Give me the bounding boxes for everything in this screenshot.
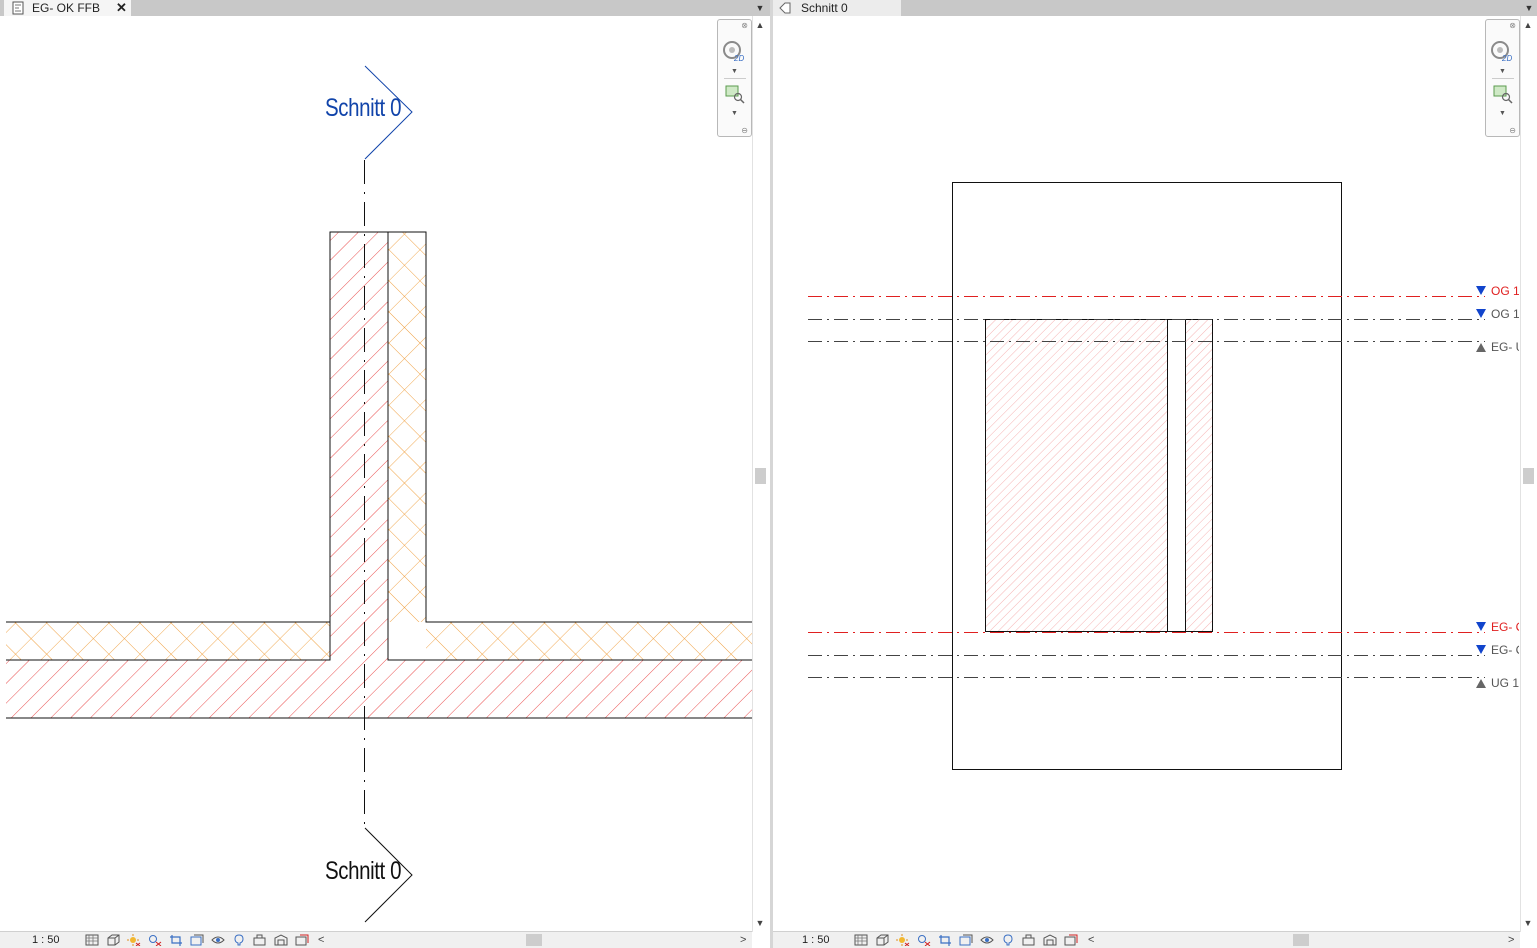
- scroll-up-icon[interactable]: ▲: [1521, 20, 1535, 30]
- nav-dropdown-icon[interactable]: ▼: [718, 68, 751, 75]
- nav-dropdown-icon[interactable]: ▼: [1486, 68, 1519, 75]
- level-label-eg-c-b[interactable]: EG- C: [1491, 643, 1519, 657]
- nav-close-icon[interactable]: ⊗: [1509, 21, 1516, 30]
- reveal-hidden-icon[interactable]: [232, 934, 246, 946]
- steering-wheel-2d-icon[interactable]: 2D: [1489, 38, 1515, 62]
- view-control-bar: 1 : 50 < >: [0, 931, 752, 948]
- nav-separator: [724, 78, 746, 79]
- vertical-scrollbar[interactable]: ▲ ▼: [1520, 16, 1535, 932]
- level-label-ug1[interactable]: UG 1-: [1491, 676, 1519, 690]
- section-view-icon: [779, 2, 791, 14]
- plan-drawing-canvas[interactable]: [0, 16, 752, 932]
- tab-schnitt-0[interactable]: Schnitt 0: [773, 0, 901, 16]
- highlight-displacement-icon[interactable]: [295, 934, 309, 946]
- nav-zoom-dropdown-icon[interactable]: ▼: [1486, 110, 1519, 117]
- svg-text:2D: 2D: [1501, 54, 1512, 62]
- section-view[interactable]: Schnitt 0 ▼ OG 1 OG 1 EG- EG- EG- UG 1 ⊗…: [773, 0, 1537, 948]
- section-drawing-canvas[interactable]: [773, 16, 1523, 932]
- zoom-region-icon[interactable]: [1492, 84, 1514, 104]
- temporary-hide-icon[interactable]: [211, 934, 225, 946]
- svg-text:2D: 2D: [733, 54, 744, 62]
- temporary-hide-icon[interactable]: [980, 934, 994, 946]
- floor-plan-view[interactable]: EG- OK FFB ✕ ▼ Schnitt 0 Schnitt 0 ⊗ 2D …: [0, 0, 770, 948]
- view-tab-bar: EG- OK FFB ✕ ▼: [0, 0, 770, 16]
- tab-label: Schnitt 0: [801, 1, 848, 15]
- tab-dropdown-icon[interactable]: ▼: [753, 0, 767, 16]
- section-marker-top-label[interactable]: Schnitt 0: [325, 94, 401, 123]
- plan-view-icon: [12, 1, 24, 15]
- nav-minimize-icon[interactable]: ⊖: [741, 126, 748, 135]
- view-control-bar: 1 : 50 < >: [773, 931, 1520, 948]
- insulation-left: [6, 622, 330, 660]
- vertical-scrollbar[interactable]: ▲ ▼: [752, 16, 767, 932]
- wall-section-layer-2: [1185, 320, 1212, 632]
- crop-view-icon[interactable]: [938, 934, 952, 946]
- tab-dropdown-icon[interactable]: ▼: [1522, 0, 1536, 16]
- visual-style-icon[interactable]: [875, 934, 889, 946]
- tab-eg-ok-ffb[interactable]: EG- OK FFB ✕: [4, 0, 131, 16]
- reveal-hidden-icon[interactable]: [1001, 934, 1015, 946]
- scroll-down-icon[interactable]: ▼: [753, 918, 767, 928]
- hscroll-left-icon[interactable]: <: [318, 932, 324, 948]
- wall-section-hatch: [985, 320, 1167, 632]
- hscroll-right-icon[interactable]: >: [1508, 932, 1514, 948]
- scale-label[interactable]: 1 : 50: [32, 932, 60, 948]
- lock-3d-icon[interactable]: [253, 934, 267, 946]
- hscroll-thumb[interactable]: [526, 934, 542, 946]
- view-tab-bar: Schnitt 0 ▼: [773, 0, 1537, 16]
- sun-path-icon[interactable]: [896, 934, 910, 946]
- navigation-bar[interactable]: ⊗ 2D ▼ ▼ ⊖: [1485, 19, 1520, 137]
- shadows-icon[interactable]: [917, 934, 931, 946]
- level-marker-icon[interactable]: [1476, 286, 1486, 688]
- hscroll-right-icon[interactable]: >: [740, 932, 746, 948]
- tab-label: EG- OK FFB: [32, 1, 101, 15]
- steering-wheel-2d-icon[interactable]: 2D: [721, 38, 747, 62]
- scale-label[interactable]: 1 : 50: [802, 932, 830, 948]
- scroll-thumb[interactable]: [1523, 468, 1534, 484]
- navigation-bar[interactable]: ⊗ 2D ▼ ▼ ⊖: [717, 19, 752, 137]
- scroll-thumb[interactable]: [755, 468, 766, 484]
- analytical-model-icon[interactable]: [274, 934, 288, 946]
- detail-level-icon[interactable]: [854, 934, 868, 946]
- wall-cut-red-hatch: [6, 660, 752, 718]
- zoom-region-icon[interactable]: [724, 84, 746, 104]
- section-marker-bottom-label[interactable]: Schnitt 0: [325, 857, 401, 886]
- nav-zoom-dropdown-icon[interactable]: ▼: [718, 110, 751, 117]
- show-crop-icon[interactable]: [959, 934, 973, 946]
- level-label-eg-c-a[interactable]: EG- C: [1491, 620, 1519, 634]
- analytical-model-icon[interactable]: [1043, 934, 1057, 946]
- show-crop-icon[interactable]: [190, 934, 204, 946]
- nav-close-icon[interactable]: ⊗: [741, 21, 748, 30]
- lock-3d-icon[interactable]: [1022, 934, 1036, 946]
- nav-minimize-icon[interactable]: ⊖: [1509, 126, 1516, 135]
- nav-separator: [1492, 78, 1514, 79]
- level-label-og1-b[interactable]: OG 1-: [1491, 307, 1519, 321]
- shadows-icon[interactable]: [148, 934, 162, 946]
- crop-view-icon[interactable]: [169, 934, 183, 946]
- detail-level-icon[interactable]: [85, 934, 99, 946]
- insulation-right: [426, 622, 752, 660]
- sun-path-icon[interactable]: [127, 934, 141, 946]
- scroll-up-icon[interactable]: ▲: [753, 20, 767, 30]
- hscroll-left-icon[interactable]: <: [1088, 932, 1094, 948]
- hscroll-thumb[interactable]: [1293, 934, 1309, 946]
- close-icon[interactable]: ✕: [116, 0, 127, 16]
- wall-cut-orange-crosshatch: [388, 232, 426, 622]
- scroll-down-icon[interactable]: ▼: [1521, 918, 1535, 928]
- visual-style-icon[interactable]: [106, 934, 120, 946]
- level-label-eg-u[interactable]: EG- U: [1491, 340, 1519, 354]
- vertical-wall-structure: [330, 232, 388, 660]
- highlight-displacement-icon[interactable]: [1064, 934, 1078, 946]
- level-label-og1-a[interactable]: OG 1-: [1491, 284, 1519, 298]
